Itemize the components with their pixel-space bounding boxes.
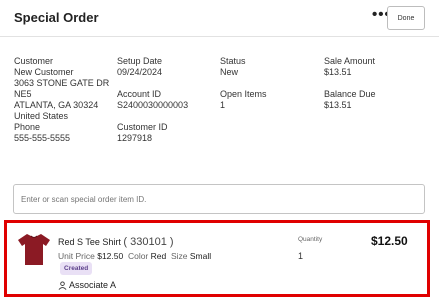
account-id-value: S2400030000003 <box>117 100 189 110</box>
balance-due-label: Balance Due <box>324 89 376 99</box>
status-value: New <box>220 67 239 77</box>
item-sku: ( 330101 ) <box>123 236 174 248</box>
open-items-value: 1 <box>220 100 226 110</box>
customer-address-line: ATLANTA, GA 30324 <box>14 100 99 110</box>
sale-amount-label: Sale Amount <box>324 56 376 66</box>
customer-address-line: 3063 STONE GATE DR <box>14 78 110 88</box>
status-info: Status New Open Items 1 <box>220 56 315 111</box>
page-header: Special Order ••• Done <box>0 0 439 37</box>
customer-address-line: United States <box>14 111 69 121</box>
quantity-label: Quantity <box>298 236 323 243</box>
open-items-label: Open Items <box>220 89 267 99</box>
unit-price-value: $12.50 <box>97 251 124 261</box>
customer-label: Customer <box>14 56 54 66</box>
associate-name: Associate A <box>69 280 117 290</box>
phone-value: 555-555-5555 <box>14 133 71 143</box>
color-value: Red <box>150 251 167 261</box>
color-label: Color <box>127 251 149 261</box>
customer-id-value: 1297918 <box>117 133 153 143</box>
tee-shirt-thumbnail <box>18 234 50 265</box>
customer-name: New Customer <box>14 67 74 77</box>
balance-due-value: $13.51 <box>324 100 352 110</box>
sale-amount-value: $13.51 <box>324 67 352 77</box>
quantity-value: 1 <box>298 251 304 261</box>
status-badge: Created <box>60 262 93 275</box>
person-icon <box>58 280 67 290</box>
item-price: $12.50 <box>371 234 408 248</box>
item-attributes: Unit Price $12.50 Color Red Size Small <box>58 251 211 261</box>
unit-price-label: Unit Price <box>58 251 95 261</box>
setup-date-value: 09/24/2024 <box>117 67 163 77</box>
item-id-input[interactable] <box>13 184 425 214</box>
amount-info: Sale Amount $13.51 Balance Due $13.51 <box>324 56 424 111</box>
setup-info: Setup Date 09/24/2024 Account ID S240003… <box>117 56 212 144</box>
associate: Associate A <box>58 280 116 290</box>
page-title: Special Order <box>14 10 99 25</box>
size-label: Size <box>170 251 188 261</box>
item-name: Red S Tee Shirt ( 330101 ) <box>58 236 174 248</box>
size-value: Small <box>189 251 212 261</box>
done-button[interactable]: Done <box>387 6 425 30</box>
order-item-card[interactable]: Red S Tee Shirt ( 330101 ) Unit Price $1… <box>4 220 430 297</box>
account-id-label: Account ID <box>117 89 162 99</box>
status-label: Status <box>220 56 246 66</box>
customer-info: Customer New Customer 3063 STONE GATE DR… <box>14 56 114 144</box>
setup-date-label: Setup Date <box>117 56 163 66</box>
customer-id-label: Customer ID <box>117 122 168 132</box>
item-name-text: Red S Tee Shirt <box>58 237 121 247</box>
customer-address-line: NE5 <box>14 89 32 99</box>
phone-label: Phone <box>14 122 41 132</box>
